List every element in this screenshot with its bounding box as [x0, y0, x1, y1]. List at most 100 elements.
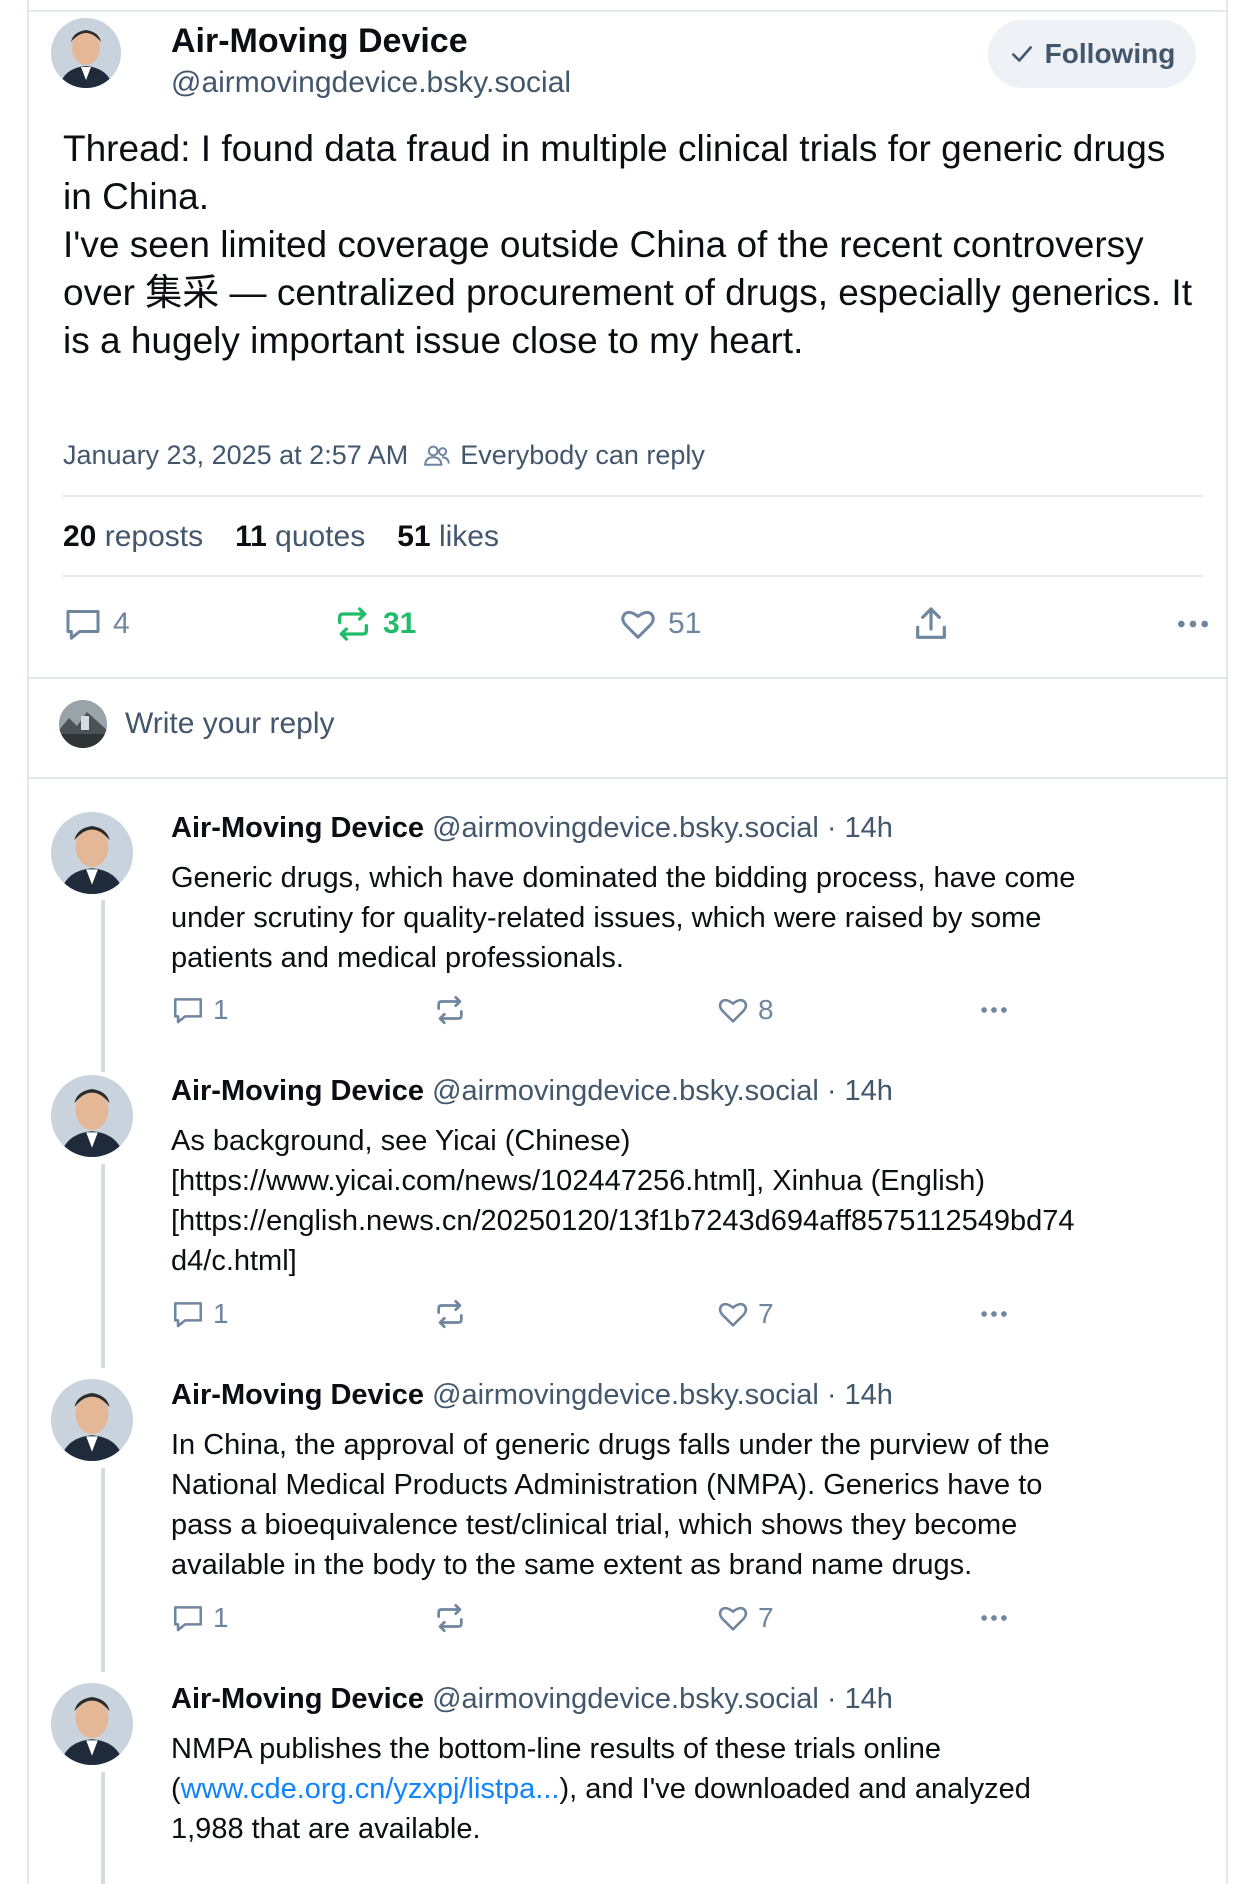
post-line: pass a bioequivalence test/clinical tria…: [171, 1509, 1018, 1541]
post-actions: 1 7: [171, 1297, 1211, 1337]
reply-count: 1: [213, 1602, 229, 1633]
post-handle-time[interactable]: @airmovingdevice.bsky.social · 14h: [432, 1075, 893, 1107]
thread-column: Air-Moving Device @airmovingdevice.bsky.…: [27, 0, 1228, 1884]
post-line: [https://www.yicai.com/news/102447256.ht…: [171, 1165, 986, 1197]
stats-divider: [63, 575, 1203, 577]
avatar-portrait-icon: [51, 1075, 133, 1157]
likes-label: likes: [438, 520, 499, 553]
like-button[interactable]: 7: [716, 1297, 774, 1331]
post-line: 1,988 that are available.: [171, 1813, 481, 1845]
share-icon: [916, 607, 946, 639]
reply-setting: Everybody can reply: [422, 440, 705, 471]
heart-icon: [718, 998, 748, 1023]
post-line: As background, see Yicai (Chinese): [171, 1125, 631, 1157]
post-avatar[interactable]: [51, 812, 133, 894]
comment-icon: [173, 998, 203, 1024]
following-button[interactable]: Following: [988, 20, 1196, 88]
post-avatar[interactable]: [51, 1683, 133, 1765]
repost-button[interactable]: 31: [333, 604, 416, 644]
reply-button[interactable]: 1: [171, 993, 229, 1027]
post-author-name[interactable]: Air-Moving Device: [171, 812, 424, 844]
heart-icon: [718, 1302, 748, 1327]
post-line: Generic drugs, which have dominated the …: [171, 862, 1076, 894]
reposts-stat[interactable]: 20 reposts: [63, 520, 203, 554]
post-line: under scrutiny for quality-related issue…: [171, 902, 1042, 934]
repost-icon: [338, 607, 368, 641]
reply-count: 1: [213, 994, 229, 1025]
reply-button[interactable]: 1: [171, 1601, 229, 1635]
author-name[interactable]: Air-Moving Device: [171, 22, 468, 61]
avatar-portrait-icon: [51, 18, 121, 88]
landscape-avatar-icon: [59, 700, 107, 748]
post-body: NMPA publishes the bottom-line results o…: [171, 1729, 1201, 1849]
more-icon: [1178, 620, 1208, 628]
reply-button[interactable]: 1: [171, 1297, 229, 1331]
reply-placeholder: Write your reply: [125, 707, 335, 740]
post-line: available in the body to the same extent…: [171, 1549, 973, 1581]
like-count: 8: [758, 994, 774, 1025]
repost-button[interactable]: [433, 1601, 467, 1635]
post-text-line: Thread: I found data fraud in multiple c…: [63, 128, 1166, 217]
post-line: (www.cde.org.cn/yzxpj/listpa...), and I'…: [171, 1769, 1201, 1809]
quotes-stat[interactable]: 11 quotes: [235, 520, 365, 554]
post-body: As background, see Yicai (Chinese) [http…: [171, 1121, 1201, 1281]
people-icon: [424, 445, 451, 466]
thread-connector: [101, 1772, 105, 1884]
thread-connector: [101, 900, 105, 1072]
reply-button[interactable]: 4: [63, 604, 130, 644]
comment-icon: [173, 1606, 203, 1632]
my-avatar: [59, 700, 107, 748]
post-line: NMPA publishes the bottom-line results o…: [171, 1733, 941, 1765]
reply-count: 4: [113, 607, 130, 640]
more-options-button[interactable]: [1173, 604, 1213, 644]
thread-connector: [101, 1164, 105, 1368]
like-button[interactable]: 51: [618, 604, 701, 644]
post-line: patients and medical professionals.: [171, 942, 624, 974]
following-label: Following: [1044, 38, 1176, 69]
comment-icon: [173, 1302, 203, 1328]
reposts-label: reposts: [104, 520, 204, 553]
quotes-label: quotes: [275, 520, 366, 553]
likes-stat[interactable]: 51 likes: [397, 520, 499, 554]
like-button[interactable]: 8: [716, 993, 774, 1027]
cde-link[interactable]: www.cde.org.cn/yzxpj/listpa...: [181, 1773, 560, 1805]
more-options-button[interactable]: [977, 1601, 1011, 1635]
post-timestamp[interactable]: January 23, 2025 at 2:57 AM: [63, 440, 408, 471]
more-icon: [981, 1311, 1007, 1317]
thread-connector: [101, 1468, 105, 1672]
post-line: [https://english.news.cn/20250120/13f1b7…: [171, 1205, 1075, 1237]
more-options-button[interactable]: [977, 993, 1011, 1027]
post-actions: 1 8: [171, 993, 1211, 1033]
repost-icon: [437, 1603, 463, 1633]
post-author-name[interactable]: Air-Moving Device: [171, 1683, 424, 1715]
post-stats: 20 reposts 11 quotes 51 likes: [63, 520, 499, 554]
post-line: National Medical Products Administration…: [171, 1469, 1043, 1501]
avatar-portrait-icon: [51, 1683, 133, 1765]
avatar-portrait-icon: [51, 1379, 133, 1461]
more-icon: [981, 1615, 1007, 1621]
like-button[interactable]: 7: [716, 1601, 774, 1635]
author-avatar[interactable]: [51, 18, 121, 88]
post-header: Air-Moving Device @airmovingdevice.bsky.…: [171, 1379, 893, 1412]
post-avatar[interactable]: [51, 1075, 133, 1157]
like-count: 7: [758, 1602, 774, 1633]
more-options-button[interactable]: [977, 1297, 1011, 1331]
repost-button[interactable]: [433, 993, 467, 1027]
post-header: Air-Moving Device @airmovingdevice.bsky.…: [171, 1075, 893, 1108]
post-handle-time[interactable]: @airmovingdevice.bsky.social · 14h: [432, 1683, 893, 1715]
post-handle-time[interactable]: @airmovingdevice.bsky.social · 14h: [432, 812, 893, 844]
post-avatar[interactable]: [51, 1379, 133, 1461]
repost-icon: [437, 1299, 463, 1329]
heart-icon: [621, 610, 655, 639]
post-author-name[interactable]: Air-Moving Device: [171, 1075, 424, 1107]
share-button[interactable]: [911, 604, 951, 644]
post-line: d4/c.html]: [171, 1245, 297, 1277]
reply-composer[interactable]: Write your reply: [59, 700, 335, 748]
post-handle-time[interactable]: @airmovingdevice.bsky.social · 14h: [432, 1379, 893, 1411]
reply-setting-label: Everybody can reply: [460, 440, 705, 470]
author-handle[interactable]: @airmovingdevice.bsky.social: [171, 66, 571, 100]
post-author-name[interactable]: Air-Moving Device: [171, 1379, 424, 1411]
comment-icon: [66, 610, 100, 640]
avatar-portrait-icon: [51, 812, 133, 894]
repost-button[interactable]: [433, 1297, 467, 1331]
